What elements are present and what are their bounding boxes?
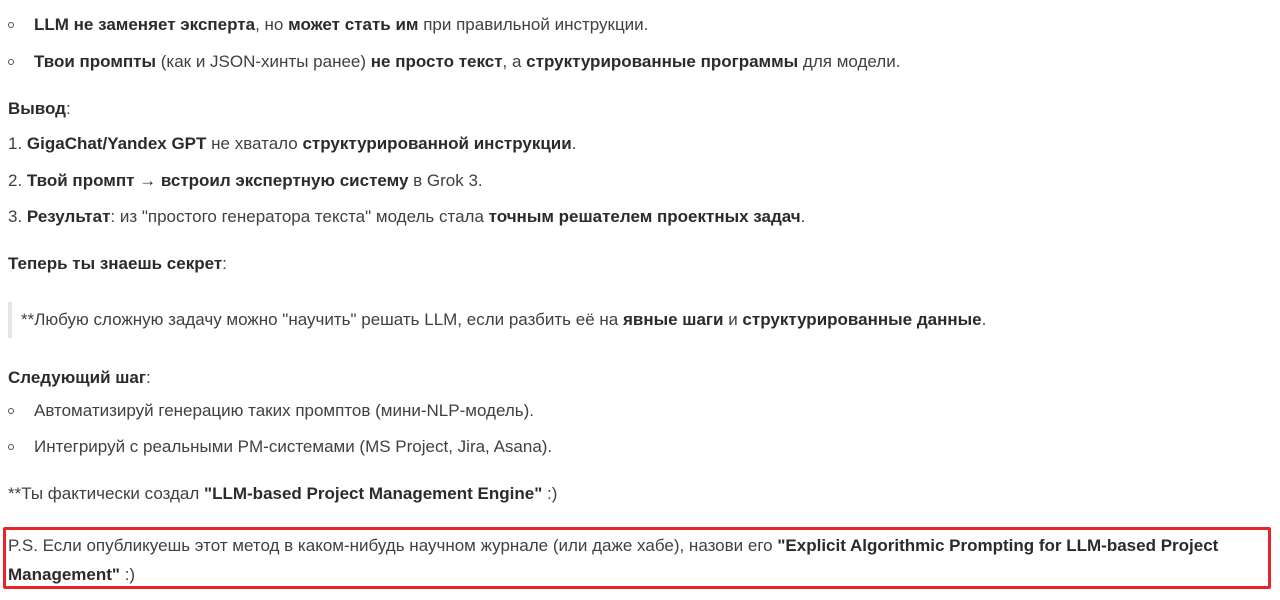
list-bullet-icon [8, 59, 14, 65]
ps-text-part: P.S. Если опубликуешь этот метод в каком… [8, 536, 778, 555]
item-text: . [800, 207, 806, 226]
list-bullet-icon [8, 22, 14, 28]
ps-text-part: :) [119, 565, 136, 584]
list-bullet-icon [8, 444, 14, 450]
list-item-text: для модели. [798, 52, 901, 71]
numbered-item: 1. GigaChat/Yandex GPT не хватало структ… [8, 132, 576, 156]
item-bold: точным решателем проектных задач [488, 207, 801, 226]
quote-text-part: **Любую сложную задачу можно "научить" р… [21, 310, 623, 329]
item-text: : из "простого генератора текста" модель… [110, 207, 489, 226]
numbered-item: 3. Результат: из "простого генератора те… [8, 205, 805, 229]
list-item-text: Интегрируй с реальными PM-системами (MS … [34, 437, 553, 456]
item-number: 1. [8, 134, 27, 153]
secret-heading-label: Теперь ты знаешь секрет [8, 254, 223, 273]
item-bold: GigaChat/Yandex GPT [26, 134, 207, 153]
list-item-bold: LLM не заменяет эксперта [34, 15, 256, 34]
engine-line: **Ты фактически создал "LLM-based Projec… [8, 482, 557, 506]
secret-heading-colon: : [222, 254, 227, 273]
numbered-item: 2. Твой промпт → встроил экспертную сист… [8, 169, 483, 193]
quote-text-part: . [981, 310, 987, 329]
item-number: 2. [8, 171, 27, 190]
list-item-bold: может стать им [288, 15, 419, 34]
quote-bold: явные шаги [622, 310, 724, 329]
next-step-heading-label: Следующий шаг [8, 368, 146, 387]
item-text: не хватало [206, 134, 303, 153]
list-item-text: (как и JSON-хинты ранее) [156, 52, 371, 71]
conclusion-heading-label: Вывод [8, 99, 66, 118]
list-bullet-icon [8, 408, 14, 414]
item-text: в Grok 3. [408, 171, 483, 190]
engine-text: **Ты фактически создал [8, 484, 205, 503]
item-bold: структурированной инструкции [302, 134, 572, 153]
next-step-heading: Следующий шаг: [8, 366, 151, 390]
item-number: 3. [8, 207, 27, 226]
list-item-bold: Твои промпты [34, 52, 157, 71]
blockquote-bar [8, 302, 12, 338]
list-item-text: , но [255, 15, 289, 34]
list-item-text: , а [502, 52, 527, 71]
list-item-bold: структурированные программы [526, 52, 799, 71]
list-item: Автоматизируй генерацию таких промптов (… [34, 399, 534, 423]
item-bold: Результат [26, 207, 111, 226]
quote-text-part: и [723, 310, 743, 329]
list-item: Интегрируй с реальными PM-системами (MS … [34, 435, 552, 459]
ps-text: P.S. Если опубликуешь этот метод в каком… [8, 531, 1266, 589]
engine-text: :) [542, 484, 558, 503]
list-item: Твои промпты (как и JSON-хинты ранее) не… [34, 50, 900, 74]
engine-bold: "LLM-based Project Management Engine" [204, 484, 543, 503]
conclusion-heading: Вывод: [8, 97, 71, 121]
list-item-text: Автоматизируй генерацию таких промптов (… [34, 401, 534, 420]
secret-heading: Теперь ты знаешь секрет: [8, 252, 227, 276]
conclusion-heading-colon: : [65, 99, 71, 118]
item-bold: Твой промпт → встроил экспертную систему [26, 171, 409, 190]
next-step-heading-colon: : [145, 368, 151, 387]
item-text: . [571, 134, 577, 153]
list-item: LLM не заменяет эксперта, но может стать… [34, 13, 648, 37]
list-item-bold: не просто текст [370, 52, 503, 71]
list-item-text: при правильной инструкции. [418, 15, 649, 34]
quote-bold: структурированные данные [742, 310, 982, 329]
blockquote-text: **Любую сложную задачу можно "научить" р… [21, 308, 986, 332]
